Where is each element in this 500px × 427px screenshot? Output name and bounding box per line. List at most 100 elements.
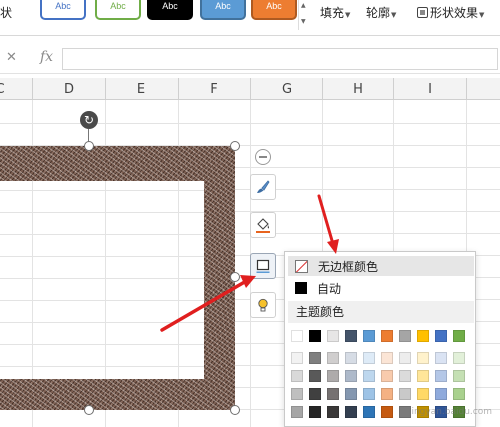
- theme-color-swatch[interactable]: [291, 388, 303, 400]
- theme-color-swatch[interactable]: [399, 370, 411, 382]
- theme-color-swatch[interactable]: [453, 388, 465, 400]
- column-header-i[interactable]: I: [420, 82, 440, 97]
- theme-color-swatch[interactable]: [435, 330, 447, 342]
- grid-line: [0, 190, 204, 191]
- theme-color-swatch[interactable]: [327, 388, 339, 400]
- column-divider[interactable]: [466, 78, 467, 100]
- no-border-color-item[interactable]: 无边框颜色: [288, 256, 474, 276]
- shape-style-swatch[interactable]: Abc: [251, 0, 297, 20]
- theme-color-swatch[interactable]: [417, 388, 429, 400]
- column-header-h[interactable]: H: [348, 82, 368, 97]
- column-divider[interactable]: [322, 78, 323, 100]
- theme-color-swatch[interactable]: [417, 330, 429, 342]
- theme-color-swatch[interactable]: [309, 352, 321, 364]
- column-divider[interactable]: [250, 78, 251, 100]
- resize-handle-bottom-right[interactable]: [230, 405, 240, 415]
- theme-color-swatch[interactable]: [291, 370, 303, 382]
- theme-color-swatch[interactable]: [381, 388, 393, 400]
- theme-color-swatch[interactable]: [399, 352, 411, 364]
- theme-color-swatch[interactable]: [291, 406, 303, 418]
- shape-style-swatch[interactable]: Abc: [95, 0, 141, 20]
- theme-color-swatch[interactable]: [453, 352, 465, 364]
- theme-color-swatch[interactable]: [345, 330, 357, 342]
- column-divider[interactable]: [32, 78, 33, 100]
- theme-color-swatch[interactable]: [381, 370, 393, 382]
- theme-color-swatch[interactable]: [381, 330, 393, 342]
- theme-color-swatch[interactable]: [363, 370, 375, 382]
- selected-frame-shape[interactable]: [0, 146, 235, 410]
- column-header-f[interactable]: F: [204, 82, 224, 97]
- cancel-icon[interactable]: ✕: [6, 50, 17, 65]
- shape-style-swatch[interactable]: Abc: [200, 0, 246, 20]
- theme-color-swatch[interactable]: [309, 388, 321, 400]
- outline-color-menu: 无边框颜色 自动 主题颜色: [284, 251, 476, 427]
- shape-effects-button[interactable]: 形状效果▼: [417, 4, 484, 21]
- theme-color-swatch[interactable]: [309, 370, 321, 382]
- theme-color-swatch[interactable]: [309, 330, 321, 342]
- grid-line: [0, 278, 204, 279]
- theme-color-swatch[interactable]: [345, 370, 357, 382]
- column-divider[interactable]: [393, 78, 394, 100]
- resize-handle-top-right[interactable]: [230, 141, 240, 151]
- outline-square-icon: [256, 259, 270, 273]
- theme-color-swatch[interactable]: [453, 370, 465, 382]
- gallery-scroll[interactable]: ▲ ▼: [298, 0, 308, 30]
- watermark: jingyan.baidu.com: [408, 407, 492, 417]
- smart-suggest-button[interactable]: [250, 292, 276, 318]
- resize-handle-bottom[interactable]: [84, 405, 94, 415]
- theme-color-swatch[interactable]: [381, 406, 393, 418]
- theme-color-swatch[interactable]: [291, 352, 303, 364]
- theme-color-swatch[interactable]: [345, 388, 357, 400]
- column-header-e[interactable]: E: [131, 82, 151, 97]
- outline-button[interactable]: 轮廓▼: [366, 4, 396, 21]
- theme-color-swatch[interactable]: [327, 330, 339, 342]
- theme-color-swatch[interactable]: [327, 406, 339, 418]
- theme-color-swatch[interactable]: [399, 330, 411, 342]
- no-border-icon: [295, 259, 308, 273]
- theme-color-swatch[interactable]: [345, 352, 357, 364]
- theme-color-swatch[interactable]: [327, 352, 339, 364]
- resize-handle-top[interactable]: [84, 141, 94, 151]
- theme-color-swatch[interactable]: [435, 388, 447, 400]
- auto-color-item[interactable]: 自动: [288, 278, 474, 298]
- theme-color-swatch[interactable]: [363, 388, 375, 400]
- scroll-up-icon[interactable]: ▲: [301, 2, 306, 9]
- scroll-down-icon[interactable]: ▼: [301, 18, 306, 25]
- collapse-toolbar-button[interactable]: [255, 149, 271, 165]
- shape-fill-button[interactable]: [250, 212, 276, 238]
- theme-color-swatch[interactable]: [363, 352, 375, 364]
- theme-color-swatch[interactable]: [399, 388, 411, 400]
- column-header-g[interactable]: G: [277, 82, 297, 97]
- theme-color-swatch[interactable]: [345, 406, 357, 418]
- theme-color-swatch[interactable]: [435, 370, 447, 382]
- grid-line: [0, 322, 204, 323]
- shape-outline-button[interactable]: [250, 253, 276, 279]
- theme-color-swatch[interactable]: [417, 352, 429, 364]
- resize-handle-right[interactable]: [230, 272, 240, 282]
- rotate-handle-icon[interactable]: ↻: [80, 111, 98, 129]
- theme-color-swatch[interactable]: [417, 370, 429, 382]
- column-divider[interactable]: [105, 78, 106, 100]
- formula-input[interactable]: [62, 48, 498, 70]
- grid-line: [0, 300, 204, 301]
- theme-color-swatch[interactable]: [453, 330, 465, 342]
- chevron-down-icon: ▼: [479, 11, 485, 19]
- shape-style-swatch[interactable]: Abc: [147, 0, 193, 20]
- theme-color-swatch[interactable]: [381, 352, 393, 364]
- function-icon[interactable]: fx: [40, 49, 53, 65]
- fill-button[interactable]: 填充▼: [320, 4, 350, 21]
- theme-color-swatch[interactable]: [327, 370, 339, 382]
- theme-color-swatch[interactable]: [363, 330, 375, 342]
- column-header-d[interactable]: D: [59, 82, 79, 97]
- column-header-c[interactable]: C: [0, 82, 10, 97]
- theme-color-swatch[interactable]: [291, 330, 303, 342]
- fill-button-label: 填充: [320, 6, 345, 20]
- brush-icon: [257, 180, 270, 193]
- column-divider[interactable]: [178, 78, 179, 100]
- shape-style-swatch[interactable]: Abc: [40, 0, 86, 20]
- shape-style-button[interactable]: [250, 174, 276, 200]
- grid-line: [0, 344, 204, 345]
- theme-color-swatch[interactable]: [435, 352, 447, 364]
- theme-color-swatch[interactable]: [363, 406, 375, 418]
- theme-color-swatch[interactable]: [309, 406, 321, 418]
